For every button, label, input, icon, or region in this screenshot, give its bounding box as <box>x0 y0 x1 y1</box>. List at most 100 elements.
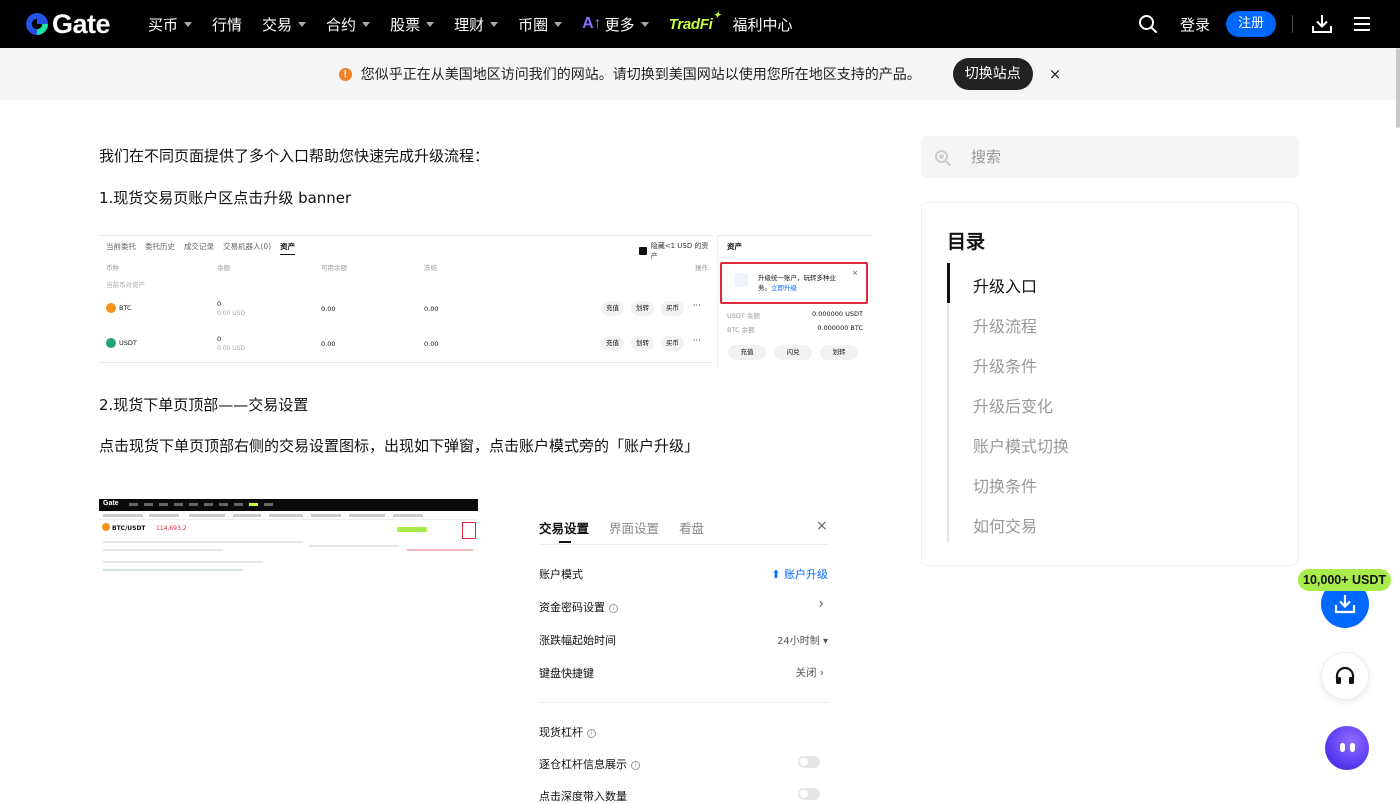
mini-divider <box>309 545 399 547</box>
mini-divider <box>103 549 223 551</box>
settings-icon-highlight <box>462 522 476 539</box>
asset-side-panel: 资产 升级统一账户，玩转多种业 务。立即升级 × USDT 余额 0.000000… <box>717 235 873 369</box>
usdt-icon <box>106 338 116 348</box>
nav-item-label: 福利中心 <box>732 15 793 34</box>
intro-paragraph: 我们在不同页面提供了多个入口帮助您快速完成升级流程： <box>99 147 490 165</box>
nav-item-welfare[interactable]: 福利中心 <box>732 14 792 35</box>
current-pair-assets: 当前币对资产 <box>106 281 145 289</box>
buy-button: 买币 <box>661 301 684 316</box>
nav-item-stocks[interactable]: 股票 <box>390 14 435 35</box>
account-upgrade-link: ⬆ 账户升级 <box>771 568 828 581</box>
transfer-button: 划转 <box>631 336 654 351</box>
btc-balance-row: BTC 余额 0.000000 BTC <box>727 324 863 334</box>
nav-item-square[interactable]: 币圈 <box>518 14 563 35</box>
balance-value: 0 0.00 USD <box>217 300 245 317</box>
headset-icon <box>1335 666 1355 684</box>
promo-line2: 务。 <box>758 284 771 292</box>
sparkle-icon: ✦ <box>713 9 721 20</box>
settings-tabs: 交易设置 界面设置 看盘 <box>539 518 724 537</box>
tab-underline <box>559 541 571 543</box>
transfer-button: 划转 <box>631 301 654 316</box>
setting-label: 账户模式 <box>539 568 583 581</box>
setting-label: 资金密码设置 <box>539 601 605 614</box>
btc-icon <box>102 523 110 531</box>
mini-buy-button <box>407 549 473 551</box>
register-button[interactable]: 注册 <box>1225 11 1276 37</box>
setting-label: 涨跌幅起始时间 <box>539 634 616 647</box>
table-row: BTC 0 0.00 USD 0.00 0.00 充值 划转 买币 ··· <box>99 292 713 326</box>
deposit-button: 充值 <box>601 301 624 316</box>
menu-button[interactable] <box>1353 16 1371 32</box>
download-app-button[interactable] <box>1311 14 1333 34</box>
toc-item-upgrade-process[interactable]: 升级流程 <box>973 313 1037 337</box>
toc-item-upgrade-entry[interactable]: 升级入口 <box>973 273 1037 297</box>
page-scrollbar[interactable] <box>1396 48 1400 128</box>
search-input[interactable] <box>971 146 1271 168</box>
banner-text: 您似乎正在从美国地区访问我们的网站。请切换到美国网站以使用您所在地区支持的产品。 <box>360 67 921 83</box>
mini-navbar: Gate <box>99 499 478 511</box>
search-button[interactable] <box>1138 14 1158 34</box>
checkbox-icon <box>639 247 647 255</box>
toc-item-post-upgrade-changes[interactable]: 升级后变化 <box>973 393 1053 417</box>
available-value: 0.00 <box>321 305 336 313</box>
nav-item-futures[interactable]: 合约 <box>326 14 371 35</box>
nav-item-tradfi[interactable]: TradFi ✦ <box>669 10 721 33</box>
tab-ui-settings: 界面设置 <box>609 521 660 536</box>
balance-usd: 0.00 USD <box>217 345 246 352</box>
ai-assistant-bot-icon[interactable] <box>1325 726 1369 770</box>
nav-item-trade[interactable]: 交易 <box>262 14 307 35</box>
nav-item-more[interactable]: A↑ 更多 <box>582 14 649 35</box>
mini-divider <box>103 561 263 563</box>
gate-logo-icon <box>26 13 48 35</box>
mini-nav-items <box>129 503 279 506</box>
coin-name: USDT <box>119 339 137 347</box>
chevron-right-icon: › <box>818 596 824 612</box>
upgrade-banner-text: 升级统一账户，玩转多种业 务。立即升级 <box>758 273 836 293</box>
login-link[interactable]: 登录 <box>1180 14 1210 35</box>
chevron-down-icon <box>490 21 499 27</box>
tab-assets: 资产 <box>280 241 296 255</box>
chevron-down-icon <box>362 21 371 27</box>
promo-badge[interactable]: 10,000+ USDT <box>1298 569 1392 591</box>
usdt-balance-value: 0.000000 USDT <box>812 310 863 318</box>
gate-logo[interactable]: Gate <box>24 9 111 39</box>
toc-item-switch-conditions[interactable]: 切换条件 <box>973 473 1037 497</box>
nav-item-buy-crypto[interactable]: 买币 <box>148 14 193 35</box>
mini-divider <box>103 541 303 543</box>
mini-price: 114,693.2 <box>156 525 187 532</box>
info-icon: i <box>587 729 596 738</box>
info-icon: i <box>609 604 618 613</box>
nav-item-label: 买币 <box>148 15 179 34</box>
table-of-contents: 目录 升级入口 升级流程 升级条件 升级后变化 账户模式切换 切换条件 如何交易 <box>921 202 1299 566</box>
spot-order-screenshot: Gate BTC/USDT 114,693.2 <box>99 499 478 575</box>
tab-chart: 看盘 <box>679 521 705 536</box>
mini-promo-button <box>397 527 427 532</box>
coin-name: BTC <box>119 304 132 312</box>
toc-item-account-mode-switch[interactable]: 账户模式切换 <box>973 433 1069 457</box>
download-icon <box>1312 15 1332 33</box>
balance-usd: 0.00 USD <box>217 310 246 317</box>
customer-support-button[interactable] <box>1321 652 1369 700</box>
asset-table-panel: 当前委托 委托历史 成交记录 交易机器人(0) 资产 隐藏<1 USD 的资产 … <box>99 235 713 363</box>
mini-pair: BTC/USDT <box>112 525 146 532</box>
close-icon: × <box>852 269 858 277</box>
col-action: 操作 <box>695 264 708 272</box>
tab-bots: 交易机器人(0) <box>223 242 272 251</box>
transfer-button: 划转 <box>820 345 858 360</box>
chevron-down-icon <box>640 21 649 27</box>
btc-balance-label: BTC 余额 <box>727 326 755 334</box>
nav-item-earn[interactable]: 理财 <box>454 14 499 35</box>
hamburger-menu-icon <box>1354 17 1370 31</box>
nav-item-markets[interactable]: 行情 <box>212 14 242 35</box>
upgrade-illustration-icon <box>734 273 748 287</box>
setting-label: 逐仓杠杆信息展示 <box>539 758 627 771</box>
toc-item-how-to-trade[interactable]: 如何交易 <box>973 513 1037 537</box>
region-banner: ! 您似乎正在从美国地区访问我们的网站。请切换到美国网站以使用您所在地区支持的产… <box>0 48 1400 100</box>
setting-isolated-leverage-info: 逐仓杠杆信息展示 i <box>539 756 828 772</box>
deposit-button: 充值 <box>728 345 766 360</box>
nav-item-label: 更多 <box>604 15 635 34</box>
switch-site-button[interactable]: 切换站点 <box>952 58 1033 90</box>
close-icon[interactable]: × <box>1049 65 1062 83</box>
toc-item-upgrade-conditions[interactable]: 升级条件 <box>973 353 1037 377</box>
close-icon: × <box>816 518 828 534</box>
